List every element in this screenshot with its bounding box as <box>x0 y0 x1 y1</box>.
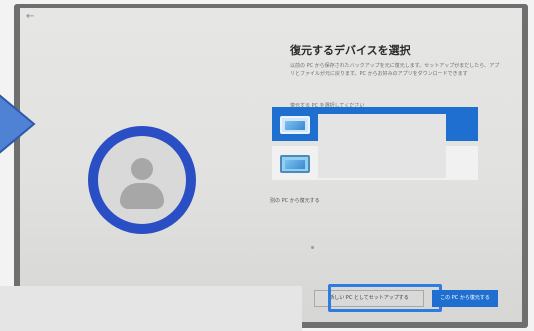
avatar-circle <box>98 136 186 224</box>
user-head-icon <box>131 158 153 180</box>
restore-from-this-pc-button[interactable]: この PC から復元する <box>432 290 498 307</box>
loading-dot <box>311 246 314 249</box>
back-arrow-icon[interactable]: ← <box>26 12 34 22</box>
description-text: 以前の PC から保存されたバックアップを元に復元します。セットアップがまだした… <box>290 63 500 77</box>
photo-frame: ← 復元するデバイスを選択 以前の PC から保存されたバックアップを元に復元し… <box>0 0 534 331</box>
arrow-right-icon <box>0 94 36 154</box>
caption-overlay <box>0 286 302 331</box>
monitor-icon <box>280 155 310 173</box>
user-body-icon <box>120 183 164 209</box>
monitor-icon <box>280 116 310 134</box>
highlight-box <box>328 284 442 312</box>
avatar <box>88 126 196 234</box>
redaction-block <box>318 114 446 178</box>
page-title: 復元するデバイスを選択 <box>290 44 411 57</box>
restore-from-other-pc-link[interactable]: 別の PC から復元する <box>270 197 320 204</box>
